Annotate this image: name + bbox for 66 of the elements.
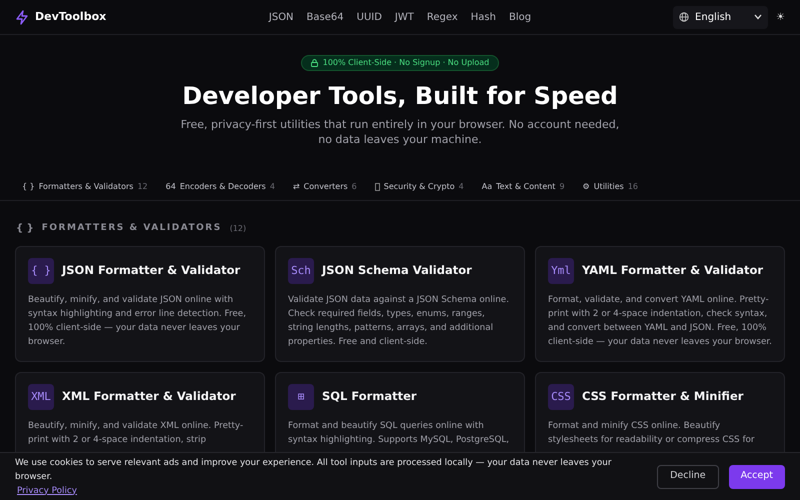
category-glyph: ⚙ xyxy=(582,180,590,192)
box-icon xyxy=(374,182,380,190)
nav-link[interactable]: Hash xyxy=(470,10,496,24)
theme-toggle[interactable]: ☀ xyxy=(776,10,785,24)
tool-description: Beautify, minify, and validate JSON online with syntax highlighting and error line detection. Free, 100% client-side — your data never leaves your browser. xyxy=(28,294,247,349)
category-count: 12 xyxy=(137,180,148,192)
nav-link[interactable]: Blog xyxy=(508,10,532,24)
hero-subtitle: Free, privacy-first utilities that run entirely in your browser. No account needed, no data leaves your machine. xyxy=(180,117,620,147)
tool-description: Format and minify CSS online. Beautify stylesheets for readability or compress CSS for xyxy=(548,420,756,447)
privacy-policy-link[interactable]: Privacy Policy xyxy=(17,486,77,496)
category-glyph: 64 xyxy=(166,180,176,192)
nav-link[interactable]: Regex xyxy=(426,10,458,24)
language-select[interactable]: English xyxy=(673,6,768,28)
decline-button[interactable]: Decline xyxy=(657,464,719,488)
accept-button[interactable]: Accept xyxy=(728,464,785,488)
hero-title: Developer Tools, Built for Speed xyxy=(182,81,618,111)
cookie-message: We use cookies to serve relevant ads and improve your experience. All tool inputs are processed locally — your data never leaves your browser. xyxy=(15,458,612,482)
tool-description: Format and beautify SQL queries online with syntax highlighting. Supports MySQL, PostgreSQL, xyxy=(288,420,510,447)
tool-title: XML Formatter & Validator xyxy=(62,388,236,406)
tool-title: JSON Formatter & Validator xyxy=(62,262,240,280)
tool-icon: { } xyxy=(28,258,54,284)
chevron-down-icon xyxy=(754,14,762,20)
tool-icon: ⊞ xyxy=(288,384,314,410)
category-tab[interactable]: Text & Content xyxy=(496,180,556,192)
tool-title: JSON Schema Validator xyxy=(322,262,472,280)
globe-icon xyxy=(679,12,690,22)
brand-name[interactable]: DevToolbox xyxy=(35,8,106,26)
nav-link[interactable]: JSON xyxy=(268,10,294,24)
category-count: 16 xyxy=(628,180,638,192)
tool-title: CSS Formatter & Minifier xyxy=(582,388,744,406)
nav-link[interactable]: UUID xyxy=(356,10,382,24)
category-tab[interactable]: Formatters & Validators xyxy=(38,180,134,192)
privacy-badge: 100% Client-Side · No Signup · No Upload xyxy=(300,55,500,71)
category-count: 9 xyxy=(559,180,565,192)
tool-icon: Yml xyxy=(548,258,574,284)
section-title: FORMATTERS & VALIDATORS xyxy=(42,222,222,235)
category-tab[interactable]: Encoders & Decoders xyxy=(180,180,266,192)
lock-icon xyxy=(310,59,318,67)
tool-title: YAML Formatter & Validator xyxy=(582,262,764,280)
nav-link[interactable]: Base64 xyxy=(306,10,344,24)
tool-description: Validate JSON data against a JSON Schema online. Check required fields, types, enums, ranges, string lengths, patterns, arrays, and additional properties. Free and client-side. xyxy=(288,294,510,349)
tool-description: Format, validate, and convert YAML online. Pretty-print with 2 or 4-space indentation, check syntax, and convert between YAML and JSON. Free, 100% client-side — your data never leaves your browser. xyxy=(548,294,772,349)
tool-card[interactable]: ⊞ SQL Formatter Format and beautify SQL queries online with syntax highlighting. Supports MySQL, PostgreSQL, xyxy=(275,372,525,452)
lightning-icon xyxy=(15,10,29,24)
category-count: 4 xyxy=(458,180,464,192)
tool-card[interactable]: CSS CSS Formatter & Minifier Format and minify CSS online. Beautify stylesheets for readability or compress CSS for xyxy=(535,372,785,452)
category-tab[interactable]: Security & Crypto xyxy=(384,180,455,192)
tool-card[interactable]: { } JSON Formatter & Validator Beautify, minify, and validate JSON online with syntax highlighting and error line detection. Free, 100% client-side — your data never leaves your browser. xyxy=(15,246,265,362)
tool-icon: CSS xyxy=(548,384,574,410)
tool-icon: XML xyxy=(28,384,54,410)
tool-card[interactable] xyxy=(275,246,525,362)
nav-link[interactable]: JWT xyxy=(394,10,414,24)
category-glyph: ⇄ xyxy=(292,180,300,192)
section-glyph: { } xyxy=(16,222,34,236)
category-count: 6 xyxy=(352,180,357,192)
category-glyph: Aa xyxy=(482,180,492,192)
category-glyph: { } xyxy=(22,180,35,192)
tool-icon: Sch xyxy=(288,258,314,284)
category-count: 4 xyxy=(270,180,275,192)
category-tab[interactable]: Converters xyxy=(304,180,348,192)
tool-card[interactable] xyxy=(535,246,785,362)
category-tab[interactable]: Utilities xyxy=(594,180,624,192)
tool-title: SQL Formatter xyxy=(322,388,417,406)
section-count: (12) xyxy=(230,222,246,234)
tool-card[interactable]: XML XML Formatter & Validator Beautify, minify, and validate XML online. Pretty-print with 2 or 4-space indentation, strip xyxy=(15,372,265,452)
tool-description: Beautify, minify, and validate XML online. Pretty-print with 2 or 4-space indentation, strip xyxy=(28,420,244,447)
